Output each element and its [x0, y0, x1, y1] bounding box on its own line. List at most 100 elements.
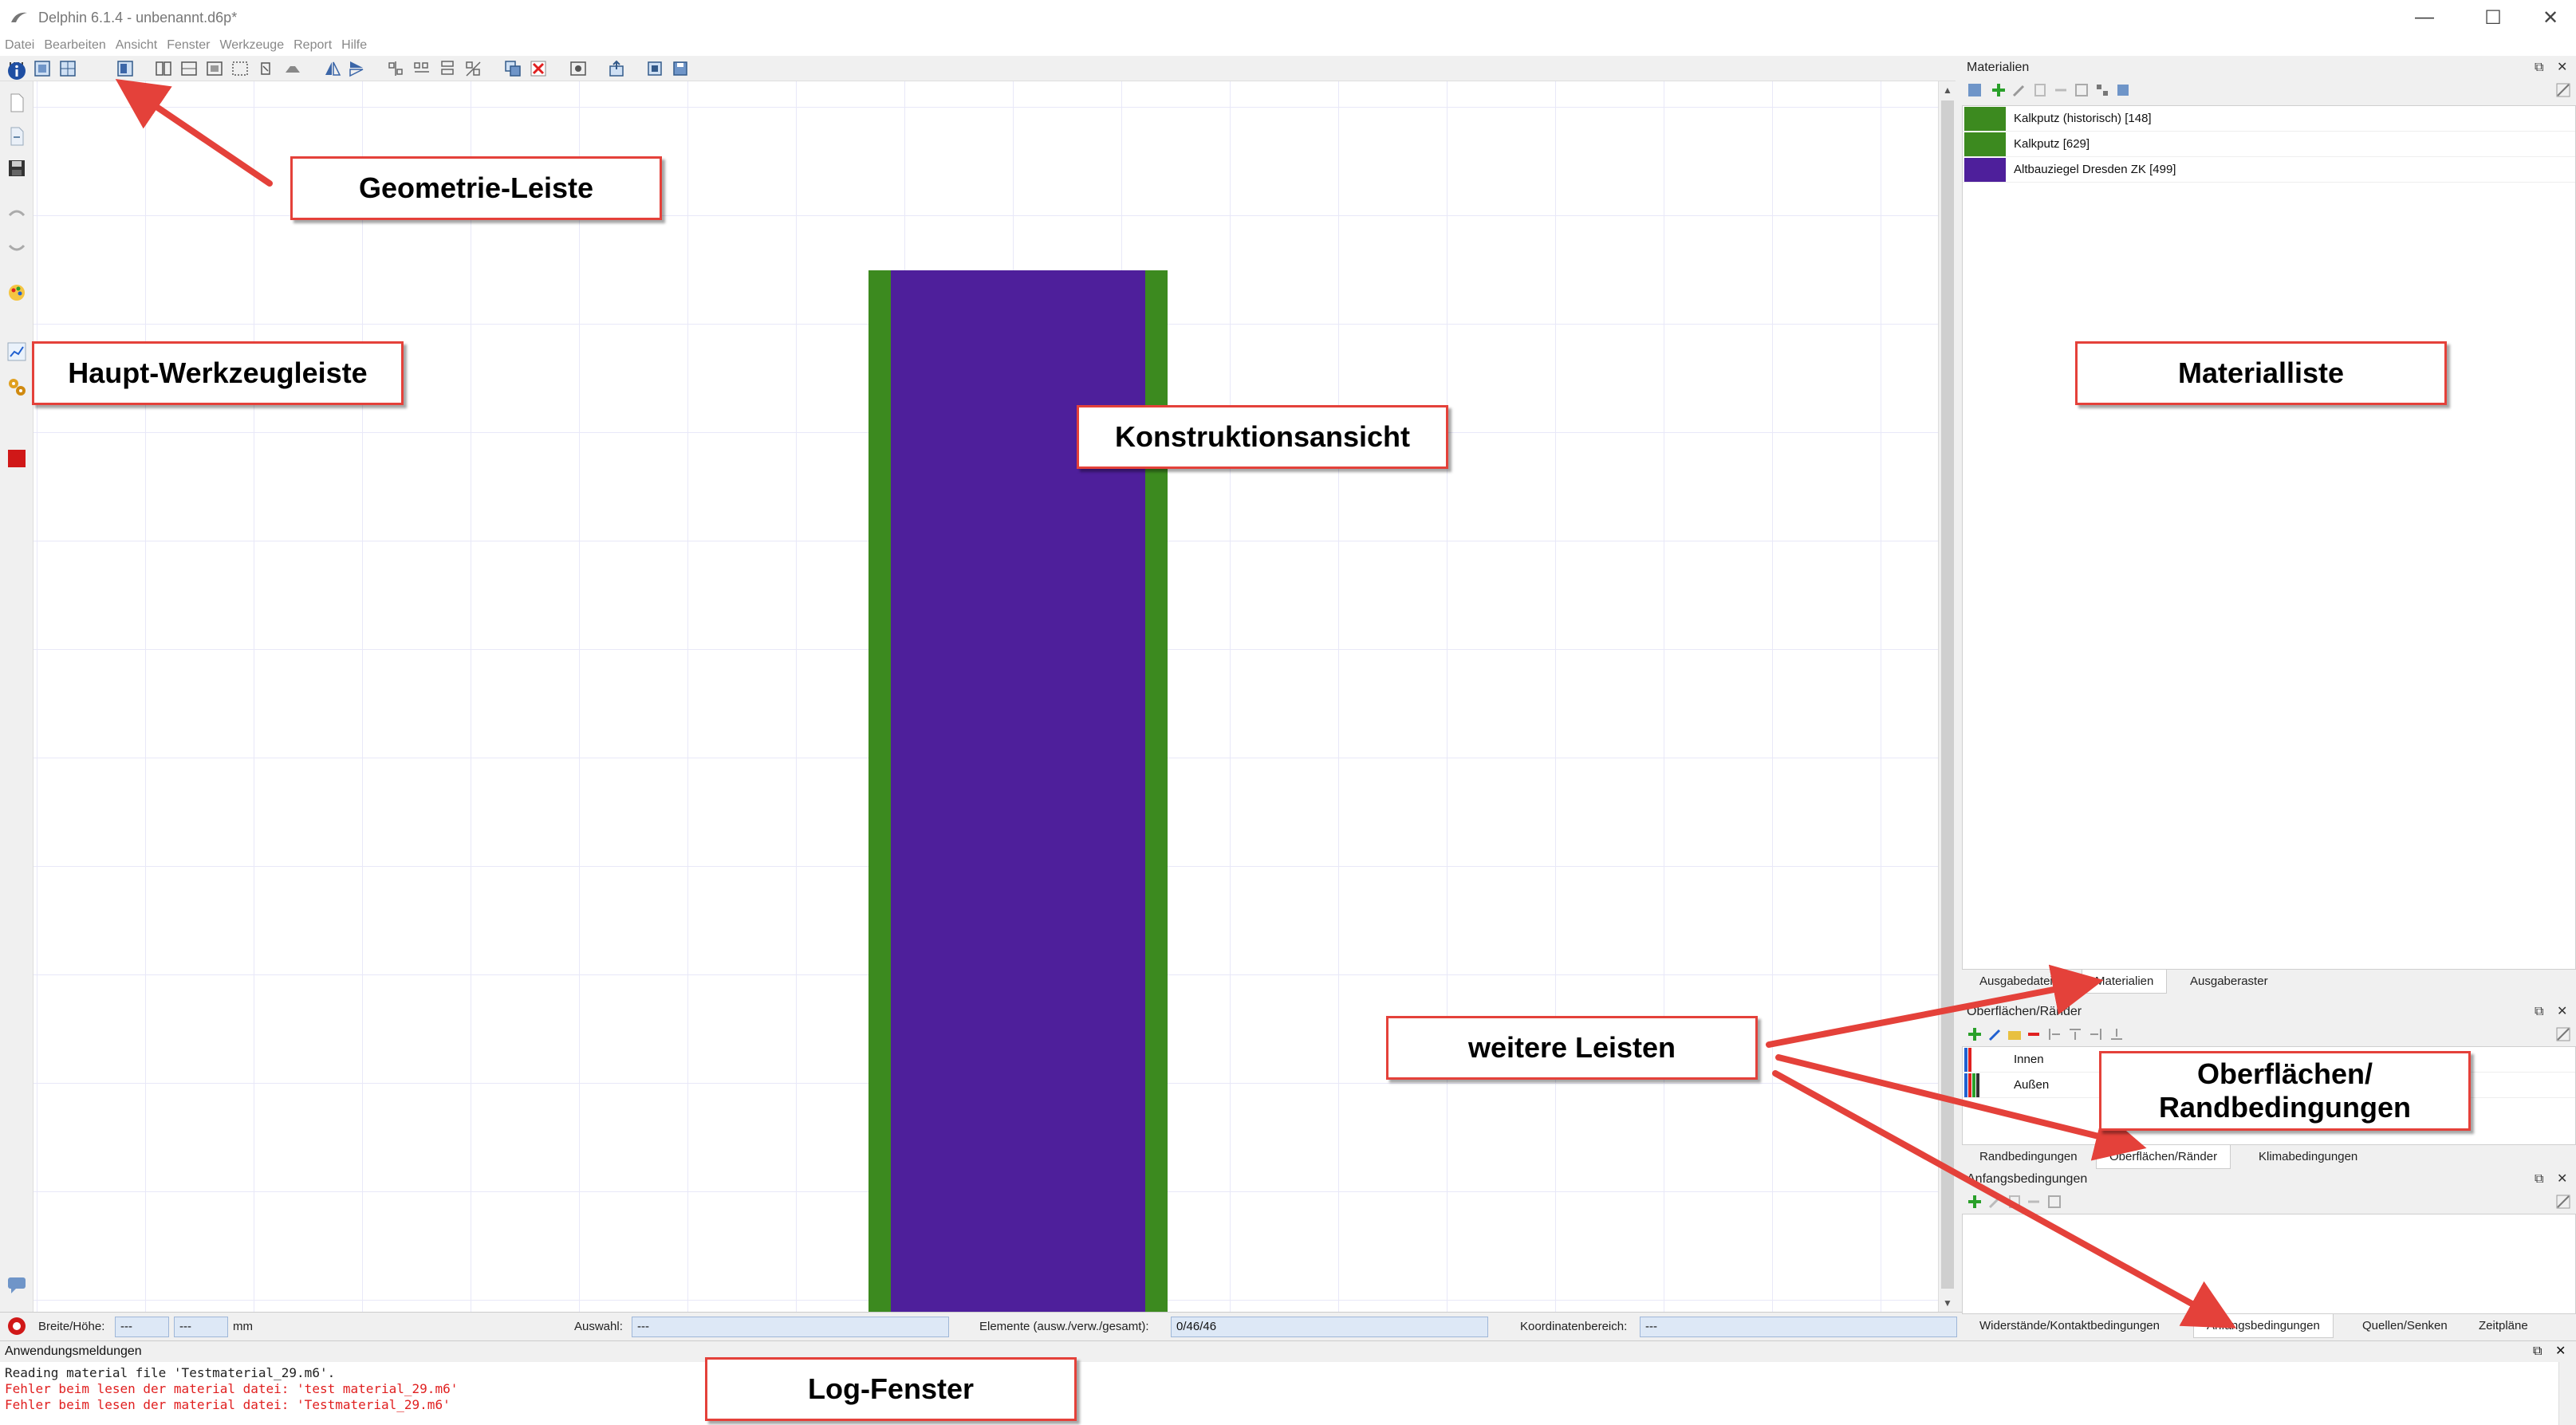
scroll-down-arrow[interactable]: ▼	[1939, 1294, 1956, 1312]
log-scrollbar[interactable]	[2558, 1362, 2576, 1425]
tab-klimabedingungen[interactable]: Klimabedingungen	[2246, 1145, 2370, 1169]
construction-layer[interactable]	[869, 270, 891, 1353]
mirror-horizontal-icon[interactable]	[348, 60, 365, 77]
assign-icon[interactable]	[2074, 82, 2090, 98]
align-icon-1[interactable]	[388, 60, 405, 77]
save-view-icon[interactable]	[672, 60, 689, 77]
settings-icon[interactable]	[2555, 82, 2571, 98]
close-icon[interactable]: ✕	[2557, 1169, 2567, 1190]
info-icon[interactable]	[6, 61, 27, 81]
stop-icon[interactable]	[6, 448, 27, 469]
rotate-icon[interactable]	[257, 60, 274, 77]
copy-icon[interactable]	[2032, 82, 2048, 98]
bridge-icon[interactable]	[284, 60, 301, 77]
run-icon[interactable]	[6, 1316, 27, 1336]
chat-icon[interactable]	[6, 1274, 27, 1295]
split-icon[interactable]	[155, 60, 172, 77]
save-icon[interactable]	[6, 158, 27, 179]
material-row[interactable]: Kalkputz (historisch) [148]	[1963, 106, 2575, 132]
folder-icon[interactable]	[2007, 1026, 2023, 1042]
align-left-icon[interactable]	[2046, 1026, 2062, 1042]
align-icon-2[interactable]	[413, 60, 431, 77]
tab-anfangsbedingungen[interactable]: Anfangsbedingungen	[2193, 1314, 2334, 1338]
view-icon[interactable]	[569, 60, 587, 77]
settings-icon[interactable]	[2555, 1194, 2571, 1210]
database-icon[interactable]	[1967, 82, 1983, 98]
copy-icon[interactable]	[2007, 1194, 2023, 1210]
insert-icon[interactable]	[206, 60, 223, 77]
hoehe-field[interactable]: ---	[174, 1317, 228, 1337]
export-icon[interactable]	[608, 60, 625, 77]
redo-icon[interactable]	[6, 236, 27, 257]
scrollbar-thumb[interactable]	[1941, 100, 1954, 1289]
geometry-icon-2[interactable]	[59, 60, 77, 77]
breite-field[interactable]: ---	[115, 1317, 169, 1337]
palette-icon[interactable]	[6, 282, 27, 303]
menu-ansicht[interactable]: Ansicht	[116, 38, 157, 53]
float-icon[interactable]: ⧉	[2535, 1002, 2543, 1022]
undo-icon[interactable]	[6, 204, 27, 225]
close-icon[interactable]: ✕	[2555, 1341, 2566, 1362]
copy-icon[interactable]	[504, 60, 522, 77]
minimize-button[interactable]: —	[2386, 0, 2463, 35]
menu-fenster[interactable]: Fenster	[167, 38, 210, 53]
menu-bearbeiten[interactable]: Bearbeiten	[44, 38, 105, 53]
menu-hilfe[interactable]: Hilfe	[341, 38, 367, 53]
edit-icon[interactable]	[1987, 1026, 2003, 1042]
close-icon[interactable]: ✕	[2557, 57, 2567, 78]
import-icon[interactable]	[646, 60, 664, 77]
material-list[interactable]: Kalkputz (historisch) [148] Kalkputz [62…	[1962, 105, 2576, 970]
tab-quellen-senken[interactable]: Quellen/Senken	[2350, 1314, 2460, 1338]
construction-scrollbar[interactable]: ▲ ▼	[1938, 81, 1956, 1312]
mirror-vertical-icon[interactable]	[324, 60, 341, 77]
tab-randbedingungen[interactable]: Randbedingungen	[1967, 1145, 2090, 1169]
delete-icon[interactable]	[530, 60, 547, 77]
menu-report[interactable]: Report	[293, 38, 332, 53]
add-icon[interactable]	[1991, 82, 2007, 98]
tab-ausgaberaster[interactable]: Ausgaberaster	[2177, 970, 2281, 994]
settings-icon[interactable]	[2555, 1026, 2571, 1042]
material-row[interactable]: Altbauziegel Dresden ZK [499]	[1963, 157, 2575, 183]
align-icon-4[interactable]	[464, 60, 482, 77]
new-file-icon[interactable]	[6, 93, 27, 113]
geometry-icon-3[interactable]	[116, 60, 134, 77]
float-icon[interactable]: ⧉	[2535, 1169, 2543, 1190]
align-bottom-icon[interactable]	[2109, 1026, 2125, 1042]
initial-conditions-list[interactable]	[1962, 1214, 2576, 1314]
auswahl-field[interactable]: ---	[632, 1317, 949, 1337]
open-file-icon[interactable]	[6, 126, 27, 147]
remove-icon[interactable]	[2026, 1194, 2042, 1210]
tab-widerstaende[interactable]: Widerstände/Kontaktbedingungen	[1967, 1314, 2172, 1338]
construction-view[interactable]	[33, 81, 1938, 1353]
menu-datei[interactable]: Datei	[5, 38, 34, 53]
remove-icon[interactable]	[2026, 1026, 2042, 1042]
float-icon[interactable]: ⧉	[2533, 1341, 2542, 1362]
tab-ausgabedateien[interactable]: Ausgabedateien	[1967, 970, 2078, 994]
replace-icon[interactable]	[2094, 82, 2110, 98]
elemente-field[interactable]: 0/46/46	[1171, 1317, 1488, 1337]
tab-oberflaechen-raender[interactable]: Oberflächen/Ränder	[2096, 1145, 2231, 1169]
tab-zeitplaene[interactable]: Zeitpläne	[2466, 1314, 2541, 1338]
chart-icon[interactable]	[6, 341, 27, 362]
scroll-up-arrow[interactable]: ▲	[1939, 81, 1956, 99]
add-icon[interactable]	[1967, 1194, 1983, 1210]
material-row[interactable]: Kalkputz [629]	[1963, 132, 2575, 157]
close-icon[interactable]: ✕	[2557, 1002, 2567, 1022]
geometry-icon-1[interactable]	[33, 60, 51, 77]
align-icon-3[interactable]	[439, 60, 456, 77]
remove-icon[interactable]	[2053, 82, 2069, 98]
export-icon[interactable]	[2115, 82, 2131, 98]
float-icon[interactable]: ⧉	[2535, 57, 2543, 78]
close-button[interactable]: ✕	[2512, 0, 2576, 35]
align-right-icon[interactable]	[2088, 1026, 2104, 1042]
menu-werkzeuge[interactable]: Werkzeuge	[219, 38, 284, 53]
add-icon[interactable]	[1967, 1026, 1983, 1042]
select-icon[interactable]	[231, 60, 249, 77]
edit-icon[interactable]	[1987, 1194, 2003, 1210]
koordinaten-field[interactable]: ---	[1640, 1317, 1957, 1337]
align-top-icon[interactable]	[2067, 1026, 2083, 1042]
edit-icon[interactable]	[2011, 82, 2027, 98]
assign-icon[interactable]	[2046, 1194, 2062, 1210]
merge-icon[interactable]	[180, 60, 198, 77]
settings-icon[interactable]	[6, 376, 27, 397]
